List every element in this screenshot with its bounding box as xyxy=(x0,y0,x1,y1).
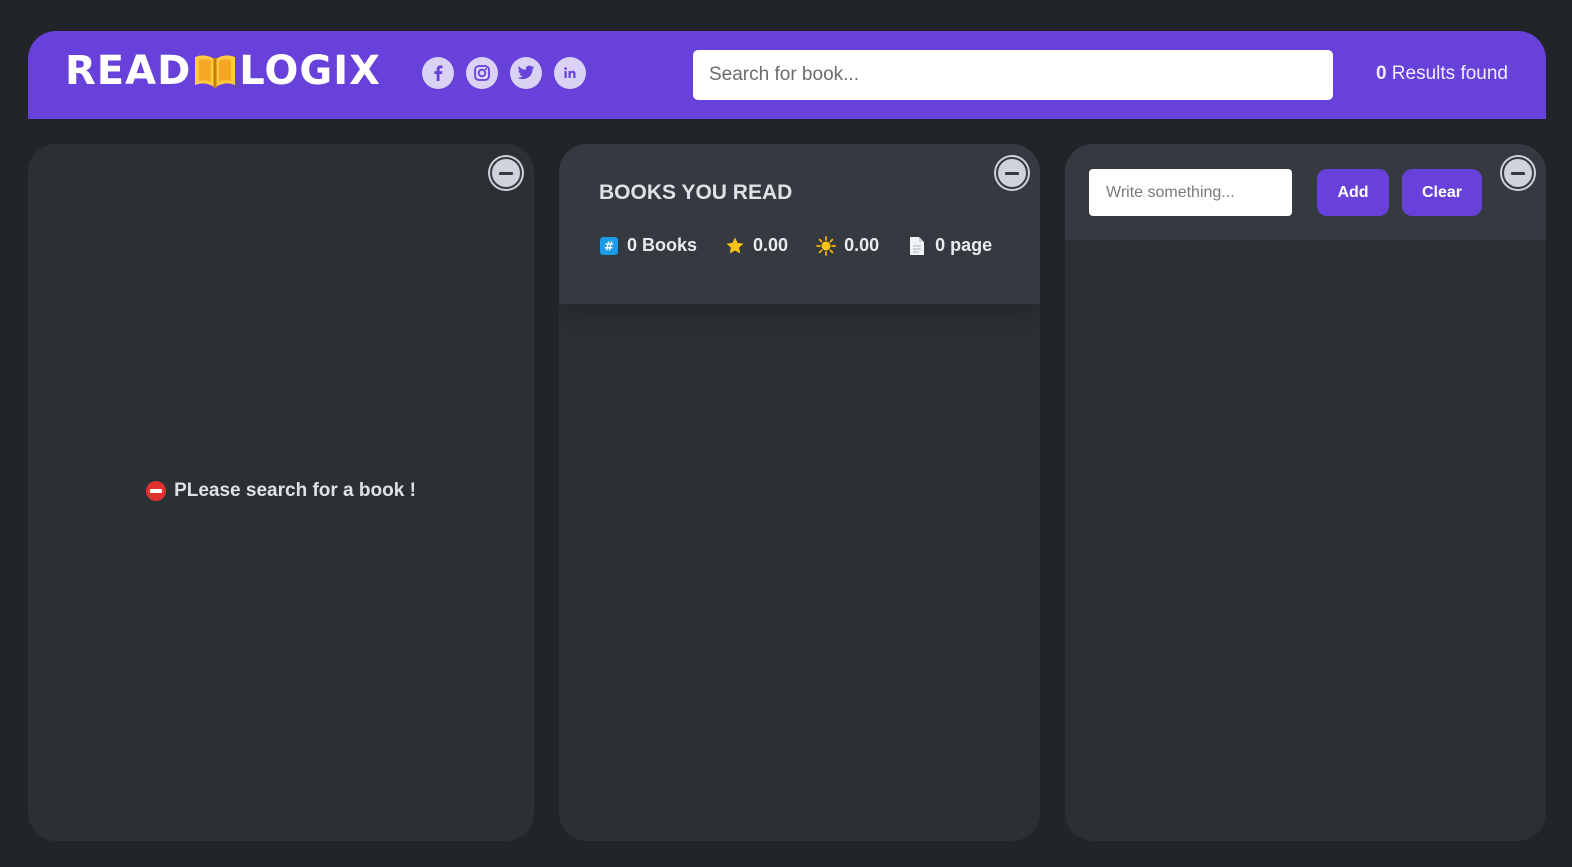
linkedin-icon[interactable] xyxy=(554,57,586,89)
page-icon xyxy=(907,236,927,256)
summary-panel: BOOKS YOU READ # 0 Books 0.00 0.00 0 pag… xyxy=(559,144,1040,304)
pages-count: 0 page xyxy=(935,235,993,255)
no-entry-icon xyxy=(146,481,167,501)
stat-user-rating: 0.00 xyxy=(816,235,879,256)
stat-rating: 0.00 xyxy=(725,235,788,256)
social-links xyxy=(422,57,586,89)
search-results-box: PLease search for a book ! xyxy=(28,144,534,841)
sun-icon xyxy=(816,235,836,256)
summary-title: BOOKS YOU READ xyxy=(599,181,793,204)
stat-books: # 0 Books xyxy=(599,235,697,256)
facebook-icon[interactable] xyxy=(422,57,454,89)
avg-user-rating: 0.00 xyxy=(844,235,880,255)
results-label: Results found xyxy=(1386,63,1508,84)
navbar: READ LOGIX Search for book... 0 Results … xyxy=(28,31,1546,119)
star-icon xyxy=(725,236,745,256)
hash-icon: # xyxy=(599,236,619,256)
empty-message: PLease search for a book ! xyxy=(28,480,534,502)
logo-text-right: LOGIX xyxy=(239,48,381,94)
summary-stats: # 0 Books 0.00 0.00 0 page xyxy=(599,235,1000,256)
search-input[interactable] xyxy=(693,50,1333,100)
collapse-button[interactable] xyxy=(996,157,1028,189)
clear-button[interactable]: Clear xyxy=(1402,169,1482,216)
logo: READ LOGIX xyxy=(65,51,381,91)
avg-rating: 0.00 xyxy=(753,235,789,255)
logo-text-left: READ xyxy=(65,48,192,94)
minus-icon xyxy=(1005,171,1019,175)
stat-pages: 0 page xyxy=(907,235,992,256)
collapse-button[interactable] xyxy=(490,157,522,189)
minus-icon xyxy=(1511,171,1525,175)
twitter-icon[interactable] xyxy=(510,57,542,89)
results-count: 0 Results found xyxy=(1376,63,1508,85)
add-button[interactable]: Add xyxy=(1317,169,1389,216)
instagram-icon[interactable] xyxy=(466,57,498,89)
results-number: 0 xyxy=(1375,63,1387,84)
open-book-icon xyxy=(193,51,237,91)
notes-form: Add Clear xyxy=(1065,144,1546,240)
note-input[interactable] xyxy=(1089,169,1292,216)
watched-books-box: BOOKS YOU READ # 0 Books 0.00 0.00 0 pag… xyxy=(559,144,1040,841)
collapse-button[interactable] xyxy=(1502,157,1534,189)
notes-box: Add Clear xyxy=(1065,144,1546,841)
empty-message-text: PLease search for a book ! xyxy=(174,480,416,501)
minus-icon xyxy=(499,171,513,175)
svg-text:#: # xyxy=(604,239,614,253)
books-count: 0 Books xyxy=(627,235,698,255)
